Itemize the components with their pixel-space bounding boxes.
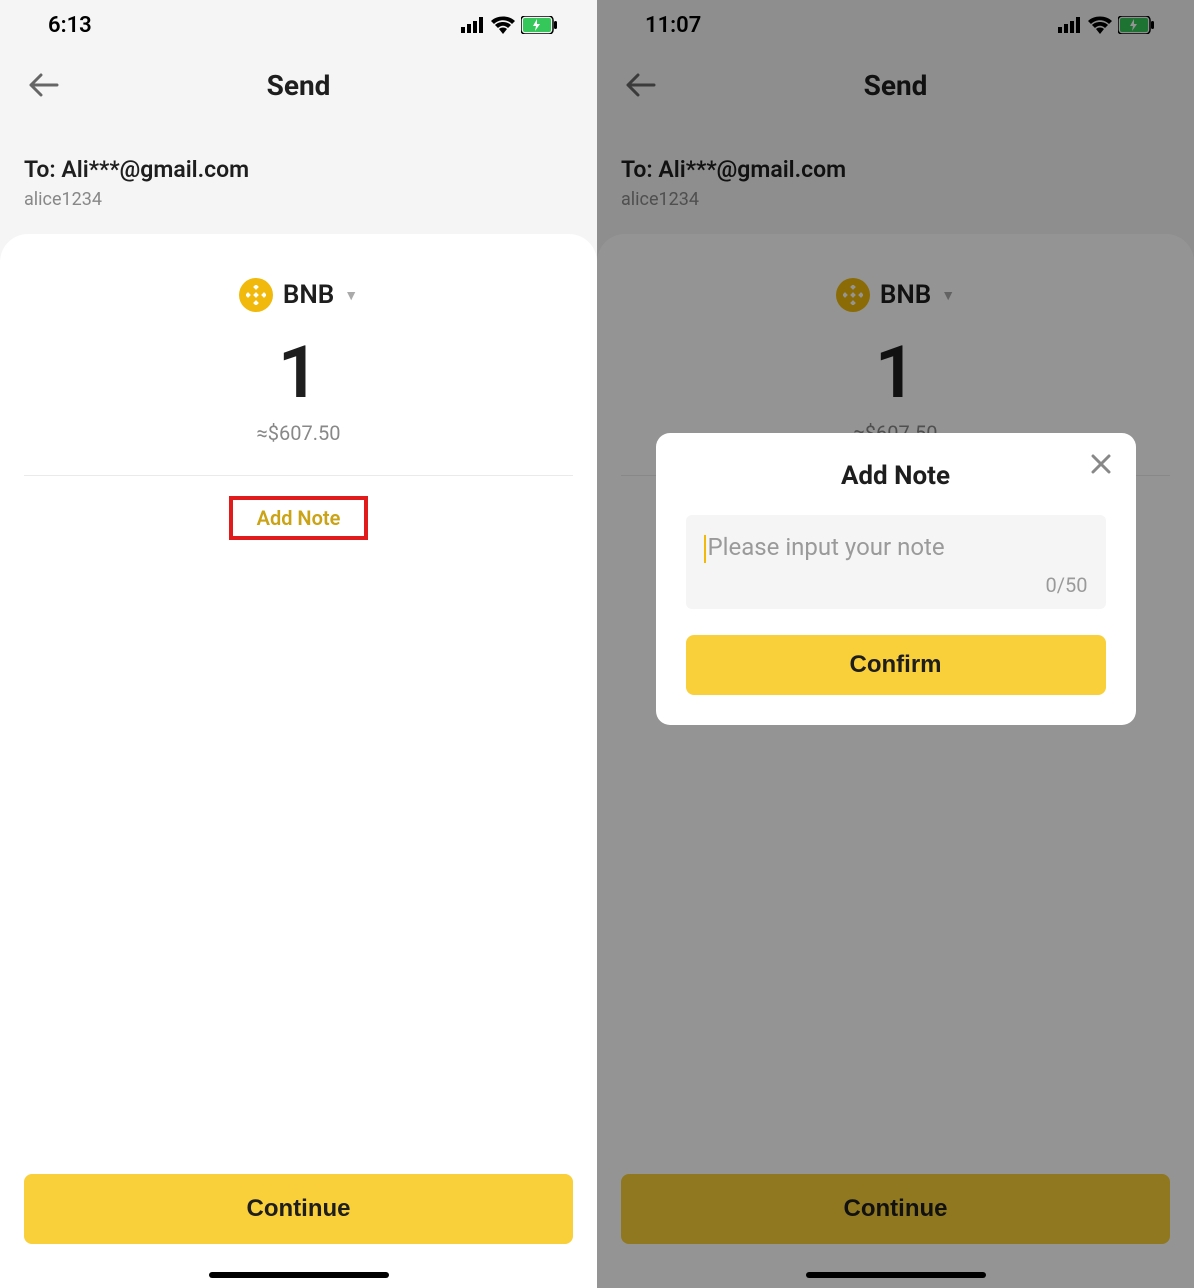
home-indicator[interactable] — [209, 1272, 389, 1278]
recipient-username: alice1234 — [24, 189, 573, 210]
send-card: BNB ▼ 1 ≈$607.50 Add Note Continue — [0, 234, 597, 1288]
add-note-button[interactable]: Add Note — [243, 496, 355, 540]
back-button[interactable] — [24, 65, 64, 105]
modal-close-button[interactable] — [1084, 447, 1118, 481]
app-header: Send — [0, 50, 597, 120]
status-indicators — [461, 16, 557, 34]
note-input-placeholder: Please input your note — [704, 533, 945, 561]
battery-charging-icon — [521, 16, 557, 34]
continue-button[interactable]: Continue — [24, 1174, 573, 1244]
arrow-left-icon — [29, 73, 59, 97]
amount-usd-approx: ≈$607.50 — [24, 421, 573, 445]
phone-screen-right: 11:07 Send To: Ali***@gmail.com alice123… — [597, 0, 1194, 1288]
cellular-signal-icon — [461, 17, 485, 33]
note-input[interactable]: Please input your note 0/50 — [686, 515, 1106, 609]
modal-overlay[interactable]: Add Note Please input your note 0/50 Con… — [597, 0, 1194, 1288]
recipient-email: Ali***@gmail.com — [61, 156, 249, 183]
note-char-counter: 0/50 — [1046, 573, 1088, 597]
page-title: Send — [267, 69, 331, 102]
wifi-icon — [491, 16, 515, 34]
recipient-to-line: To: Ali***@gmail.com — [24, 156, 573, 183]
confirm-button[interactable]: Confirm — [686, 635, 1106, 695]
recipient-prefix: To: — [24, 156, 61, 183]
currency-selector[interactable]: BNB ▼ — [24, 278, 573, 312]
close-icon — [1091, 454, 1111, 474]
divider — [24, 475, 573, 476]
amount-value[interactable]: 1 — [24, 330, 573, 415]
add-note-highlight-annotation: Add Note — [229, 496, 369, 540]
bnb-coin-icon — [239, 278, 273, 312]
status-time: 6:13 — [48, 13, 92, 38]
add-note-modal: Add Note Please input your note 0/50 Con… — [656, 433, 1136, 725]
status-bar: 6:13 — [0, 0, 597, 50]
currency-symbol: BNB — [283, 280, 334, 310]
recipient-block: To: Ali***@gmail.com alice1234 — [0, 120, 597, 222]
chevron-down-icon: ▼ — [344, 287, 358, 304]
text-cursor — [704, 535, 706, 563]
phone-screen-left: 6:13 Send To: Ali***@gmail.com alice1234 — [0, 0, 597, 1288]
modal-title: Add Note — [686, 461, 1106, 491]
